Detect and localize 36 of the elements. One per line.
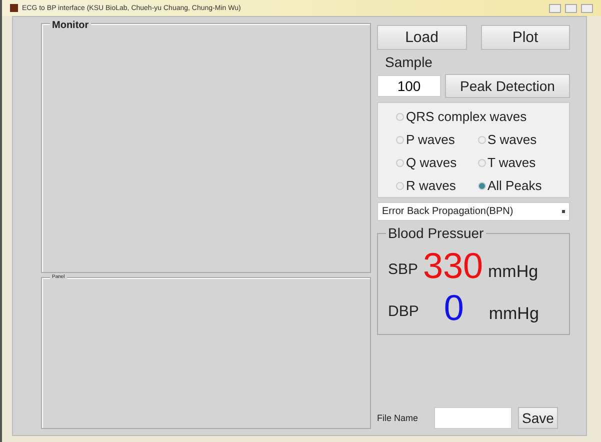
radio-icon[interactable] — [478, 136, 486, 144]
wave-radio[interactable]: Q waves — [396, 155, 478, 170]
panel-title: Blood Pressuer — [386, 225, 486, 241]
radio-icon[interactable] — [396, 182, 404, 190]
wave-radio[interactable]: R waves — [396, 178, 478, 193]
radio-icon[interactable] — [478, 182, 486, 190]
pressure-label: SBP — [388, 261, 418, 278]
save-button[interactable]: Save — [518, 407, 558, 429]
peak-detection-button[interactable]: Peak Detection — [445, 74, 570, 98]
pressure-value: 0 — [442, 290, 465, 326]
pressure-value: 330 — [422, 248, 484, 284]
file-name-field[interactable] — [434, 407, 512, 429]
wave-radio[interactable]: All Peaks — [478, 178, 559, 193]
panel-title: Monitor — [50, 20, 91, 31]
minimize-button[interactable] — [549, 4, 561, 12]
radio-icon[interactable] — [396, 158, 404, 166]
method-dropdown[interactable]: Error Back Propagation(BPN) — [377, 202, 570, 221]
caret-icon — [562, 210, 565, 213]
radio-icon[interactable] — [396, 112, 404, 120]
sample-label: Sample — [385, 54, 432, 70]
plot-button[interactable]: Plot — [480, 25, 570, 50]
maximize-button[interactable] — [565, 4, 577, 12]
unit-label: mmHg — [488, 304, 539, 324]
unit-label: mmHg — [488, 262, 538, 282]
wave-radio[interactable]: T waves — [478, 155, 559, 170]
wave-radio[interactable]: S waves — [478, 132, 559, 147]
app-icon — [10, 4, 18, 12]
radio-icon[interactable] — [478, 158, 486, 166]
file-name-label: File Name — [377, 413, 418, 423]
wave-radio[interactable]: P waves — [396, 132, 478, 147]
load-button[interactable]: Load — [377, 25, 466, 50]
wave-radio[interactable]: QRS complex waves — [396, 109, 559, 124]
sample-field[interactable]: 100 — [377, 75, 441, 97]
close-button[interactable] — [581, 4, 593, 12]
radio-icon[interactable] — [396, 136, 404, 144]
pressure-label: DBP — [388, 303, 419, 320]
